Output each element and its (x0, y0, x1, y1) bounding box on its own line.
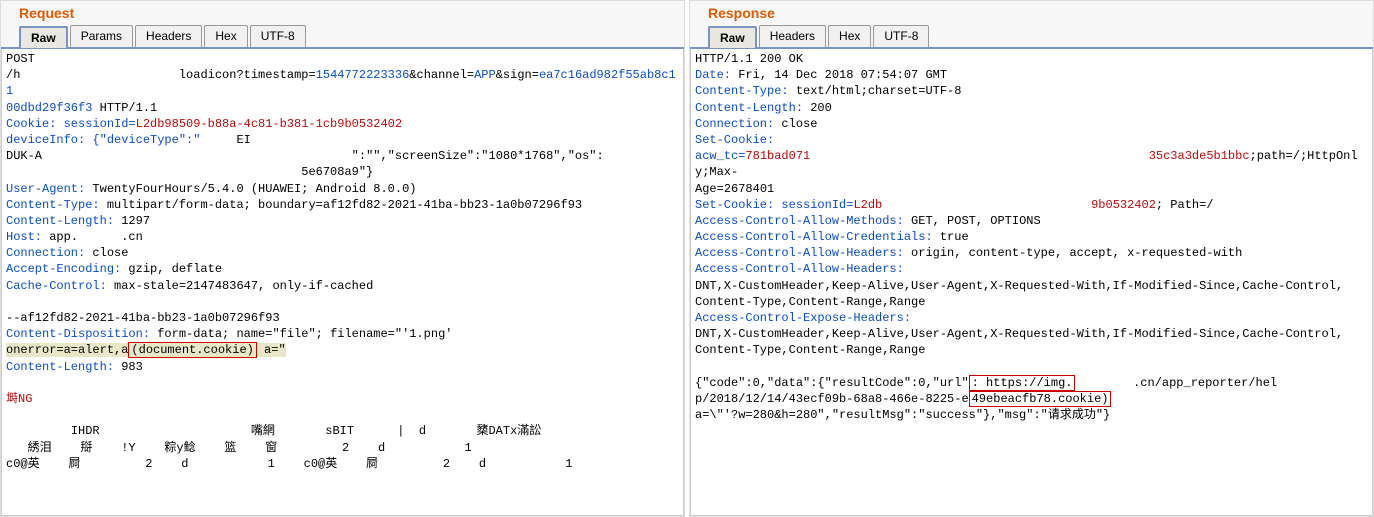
request-panel: Request Raw Params Headers Hex UTF-8 POS… (0, 0, 685, 517)
req-ct-val: multipart/form-data; boundary=af12fd82-2… (107, 198, 582, 212)
resp-conn-val: close (781, 117, 817, 131)
tab-headers-resp[interactable]: Headers (759, 25, 826, 47)
resp-status: HTTP/1.1 200 OK (695, 52, 803, 66)
req-cl2-val: 983 (121, 360, 143, 374)
req-enc-val: gzip, deflate (128, 262, 222, 276)
resp-date-lbl: Date: (695, 68, 738, 82)
resp-acah-lbl: Access-Control-Allow-Headers: (695, 246, 911, 260)
tab-params[interactable]: Params (70, 25, 133, 47)
req-chan: APP (474, 68, 496, 82)
resp-age-lbl: Age= (695, 182, 724, 196)
req-cookie-val: L2db98509-b88a-4c81-b381-1cb9b0532402 (136, 117, 402, 131)
resp-acw-lbl: acw_tc= (695, 149, 745, 163)
resp-sc2-lbl: Set-Cookie: sessionId= (695, 198, 853, 212)
req-cookie-lbl: Cookie: sessionId= (6, 117, 136, 131)
req-host-val: app. .cn (49, 230, 143, 244)
req-onerr-post: a=" (257, 343, 286, 357)
resp-acw-val2: 35c3a3de5b1bbc (1149, 149, 1250, 163)
req-onerr-box: (document.cookie) (128, 342, 256, 358)
resp-json-box1-text: : https://img. (972, 376, 1073, 390)
tab-headers[interactable]: Headers (135, 25, 202, 47)
resp-acam-val: GET, POST, OPTIONS (911, 214, 1041, 228)
request-tabs: Raw Params Headers Hex UTF-8 (1, 25, 684, 49)
request-content[interactable]: POST /h loadicon?timestamp=1544772223336… (1, 49, 684, 516)
resp-dnt2b: Content-Type,Content-Range,Range (695, 343, 925, 357)
tab-hex[interactable]: Hex (204, 25, 247, 47)
resp-json-box2: 49ebeacfb78.cookie) (969, 391, 1112, 407)
resp-json-box1: : https://img. (969, 375, 1076, 391)
tab-hex-resp[interactable]: Hex (828, 25, 871, 47)
req-cache-lbl: Cache-Control: (6, 279, 114, 293)
req-scr: ":"","screenSize":"1080*1768","os": (352, 149, 604, 163)
req-amp2: &sign= (496, 68, 539, 82)
tab-raw[interactable]: Raw (19, 26, 68, 48)
req-conn-val: close (92, 246, 128, 260)
req-method: POST (6, 52, 35, 66)
req-enc-lbl: Accept-Encoding: (6, 262, 128, 276)
resp-acah-val: origin, content-type, accept, x-requeste… (911, 246, 1242, 260)
resp-acah2-lbl: Access-Control-Allow-Headers: (695, 262, 904, 276)
resp-acac-lbl: Access-Control-Allow-Credentials: (695, 230, 940, 244)
resp-cl-lbl: Content-Length: (695, 101, 810, 115)
resp-json-l3: a=\"'?w=280&h=280","resultMsg":"success"… (695, 408, 1110, 422)
req-duk: DUK-A (6, 149, 42, 163)
tab-utf8-resp[interactable]: UTF-8 (873, 25, 929, 47)
req-path-post: loadicon?timestamp= (179, 68, 316, 82)
req-conn-lbl: Connection: (6, 246, 92, 260)
resp-ct-lbl: Content-Type: (695, 84, 796, 98)
response-tabs: Raw Headers Hex UTF-8 (690, 25, 1373, 49)
resp-date-val: Fri, 14 Dec 2018 07:54:07 GMT (738, 68, 947, 82)
req-boundary: --af12fd82-2021-41ba-bb23-1a0b07296f93 (6, 311, 280, 325)
req-cache-val: max-stale=2147483647, only-if-cached (114, 279, 373, 293)
req-path-pre: /h (6, 68, 20, 82)
req-hex3: c0@英 屙 2 d 1 c0@英 屙 2 d 1 (6, 457, 573, 471)
resp-ct-val: text/html;charset=UTF-8 (796, 84, 962, 98)
req-ua-val: TwentyFourHours/5.4.0 (HUAWEI; Android 8… (92, 182, 416, 196)
req-ts: 1544772223336 (316, 68, 410, 82)
req-amp1: &channel= (409, 68, 474, 82)
resp-dnt1: DNT,X-CustomHeader,Keep-Alive,User-Agent… (695, 279, 1343, 293)
resp-aceh-lbl: Access-Control-Expose-Headers: (695, 311, 911, 325)
req-hex1: IHDR 嘴網 sBIT | d 櫫DATx滿訟 (6, 424, 541, 438)
req-png: 塒NG (6, 392, 32, 406)
req-ct-lbl: Content-Type: (6, 198, 107, 212)
resp-cl-val: 200 (810, 101, 832, 115)
req-bnd: 5e6708a9"} (301, 165, 373, 179)
req-proto: HTTP/1.1 (92, 101, 157, 115)
resp-acam-lbl: Access-Control-Allow-Methods: (695, 214, 911, 228)
response-content[interactable]: HTTP/1.1 200 OK Date: Fri, 14 Dec 2018 0… (690, 49, 1373, 516)
response-panel: Response Raw Headers Hex UTF-8 HTTP/1.1 … (689, 0, 1374, 517)
req-hex2: 綉泪 搿 !Y 粽y鲶 篮 窗 2 d 1 (6, 441, 472, 455)
req-cl-lbl: Content-Length: (6, 214, 121, 228)
resp-dnt1b: Content-Type,Content-Range,Range (695, 295, 925, 309)
resp-json-mid: .cn/app_reporter/hel (1133, 376, 1277, 390)
tab-raw-resp[interactable]: Raw (708, 26, 757, 48)
resp-json-l2-pre: p/2018/12/14/43ecf09b-68a8-466e-8225-e (695, 392, 969, 406)
resp-dnt2: DNT,X-CustomHeader,Keep-Alive,User-Agent… (695, 327, 1343, 341)
resp-json-pre: {"code":0,"data":{"resultCode":0,"url" (695, 376, 969, 390)
request-title: Request (1, 1, 684, 25)
response-title: Response (690, 1, 1373, 25)
req-cl2-lbl: Content-Length: (6, 360, 121, 374)
tab-utf8[interactable]: UTF-8 (250, 25, 306, 47)
resp-conn-lbl: Connection: (695, 117, 781, 131)
req-onerr-pre: onerror=a=alert,a (6, 343, 128, 357)
req-cd-lbl: Content-Disposition: (6, 327, 157, 341)
req-ua-lbl: User-Agent: (6, 182, 92, 196)
req-host-lbl: Host: (6, 230, 49, 244)
req-sign2: 00dbd29f36f3 (6, 101, 92, 115)
req-devinfo-val: EI (236, 133, 250, 147)
req-cl-val: 1297 (121, 214, 150, 228)
resp-setcookie-lbl: Set-Cookie: (695, 133, 774, 147)
req-devinfo-lbl: deviceInfo: {"deviceType":" (6, 133, 200, 147)
resp-acw-val1: 781bad071 (745, 149, 810, 163)
resp-age-val: 2678401 (724, 182, 774, 196)
resp-sc2-attrs: ; Path=/ (1156, 198, 1214, 212)
resp-acac-val: true (940, 230, 969, 244)
resp-sc2-val1: L2db (853, 198, 882, 212)
resp-sc2-val2: 9b0532402 (1091, 198, 1156, 212)
req-cd-val: form-data; name="file"; filename="'1.png… (157, 327, 452, 341)
